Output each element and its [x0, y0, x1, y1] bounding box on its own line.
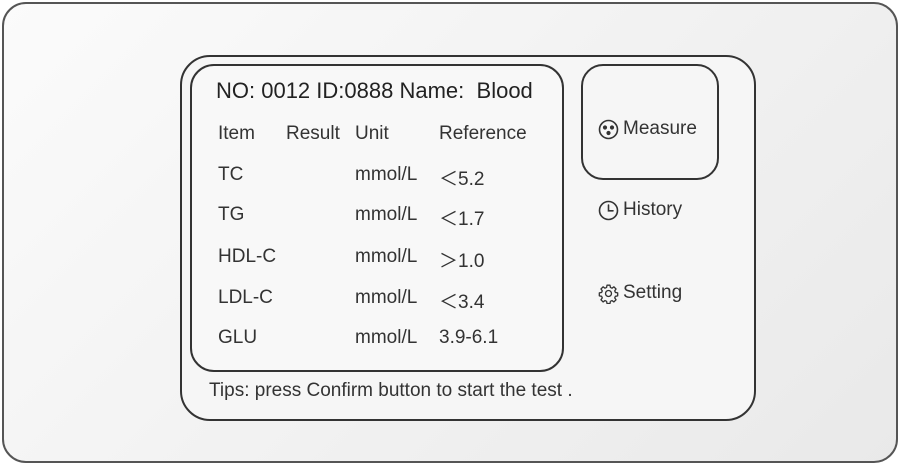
row-unit: mmol/L	[355, 246, 418, 267]
droplets-icon	[598, 119, 619, 140]
tips-text: Tips: press Confirm button to start the …	[209, 380, 573, 401]
clock-icon	[598, 200, 619, 221]
name-value: Blood	[476, 78, 533, 103]
name-label: Name:	[399, 78, 465, 103]
patient-header: NO: 0012 ID:0888 Name: Blood	[216, 78, 533, 104]
column-header-reference: Reference	[439, 123, 527, 144]
row-unit: mmol/L	[355, 164, 418, 185]
measure-label: Measure	[623, 118, 697, 139]
row-reference: ＞1.0	[439, 251, 485, 272]
row-reference: ＜1.7	[439, 209, 485, 230]
setting-label: Setting	[623, 282, 683, 303]
setting-button[interactable]: Setting	[598, 282, 682, 304]
history-label: History	[623, 199, 683, 220]
record-id: ID:0888	[316, 78, 394, 103]
row-unit: mmol/L	[355, 327, 418, 348]
row-reference: ＜5.2	[439, 169, 485, 190]
row-item: GLU	[218, 327, 258, 348]
column-header-result: Result	[286, 123, 340, 144]
row-reference: ＜3.4	[439, 292, 485, 313]
column-header-item: Item	[218, 123, 255, 144]
row-unit: mmol/L	[355, 287, 418, 308]
record-number: NO: 0012	[216, 78, 311, 103]
row-reference: 3.9-6.1	[439, 327, 499, 348]
row-unit: mmol/L	[355, 204, 418, 225]
column-header-unit: Unit	[355, 123, 389, 144]
row-item: TG	[218, 204, 245, 225]
row-item: HDL-C	[218, 246, 277, 267]
history-button[interactable]: History	[598, 199, 682, 221]
gear-icon	[598, 283, 619, 304]
row-item: LDL-C	[218, 287, 273, 308]
measure-button[interactable]: Measure	[598, 118, 697, 140]
row-item: TC	[218, 164, 244, 185]
